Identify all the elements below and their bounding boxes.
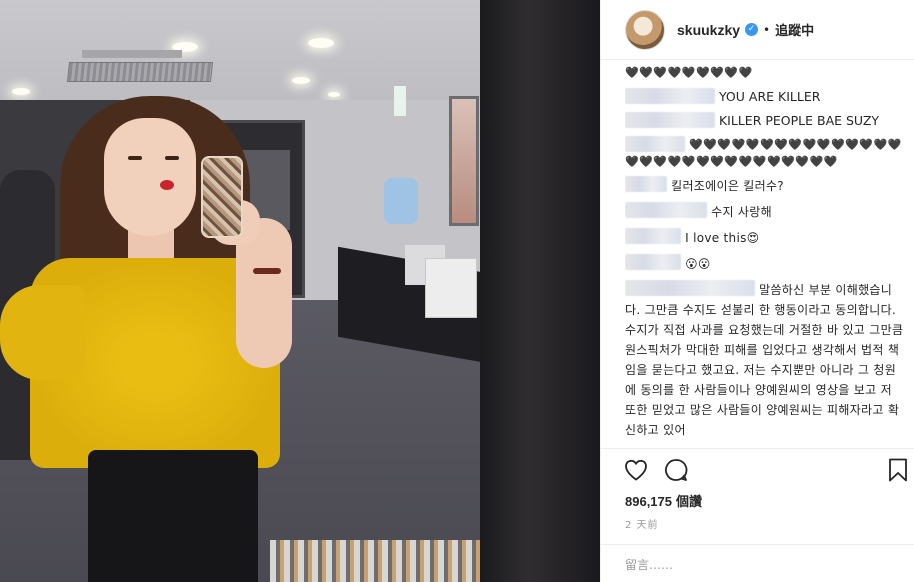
ceiling-vent [82,50,182,58]
likes-unit: 個讚 [676,495,703,510]
makeup-tools [270,540,480,582]
redacted-username [625,280,755,296]
bracelet [253,268,281,274]
comment-text: KILLER PEOPLE BAE SUZY [718,113,880,128]
ceiling-vent [66,62,214,82]
redacted-username [625,202,707,218]
comment: 수지 사랑해 [625,202,907,222]
girl-face [104,118,196,236]
redacted-username [625,136,685,152]
following-button[interactable]: 追蹤中 [775,20,814,39]
mirror-frame [480,0,600,582]
comment: 🖤🖤🖤🖤🖤🖤🖤🖤🖤🖤🖤🖤🖤🖤🖤🖤🖤🖤🖤🖤🖤🖤🖤🖤🖤🖤🖤🖤🖤🖤 [625,136,907,170]
comment-text: I love this😍 [685,231,760,245]
redacted-username [625,112,715,128]
redacted-username [625,88,715,104]
comment-input[interactable] [625,555,885,575]
separator-dot: • [763,22,771,37]
comment-text: 수지 사랑해 [711,205,772,219]
redacted-username [625,228,681,244]
post-timestamp[interactable]: 2 天前 [625,516,659,531]
avatar[interactable] [625,9,665,50]
comment: 🖤🖤🖤🖤🖤🖤🖤🖤🖤 [625,64,907,82]
redacted-username [625,254,681,270]
likes-count[interactable]: 896,175 個讚 [625,491,702,510]
post-sidebar: skuukzky ✓ • 追蹤中 🖤🖤🖤🖤🖤🖤🖤🖤🖤 YOU ARE KILLE… [600,0,914,582]
post-actions: 896,175 個讚 2 天前 [601,448,914,582]
comment-text: 말씀하신 부분 이해했습니다. 그만큼 수지도 섣불리 한 행동이라고 동의합니… [625,283,904,437]
likes-number: 896,175 [625,494,672,509]
redacted-username [625,176,667,192]
comment-text: YOU ARE KILLER [718,89,821,104]
comment: I love this😍 [625,228,907,248]
comment: YOU ARE KILLER [625,88,907,106]
ceiling-light [292,77,310,84]
comment-text: 🖤🖤🖤🖤🖤🖤🖤🖤🖤 [625,66,753,79]
ceiling-light [308,38,334,48]
post-header: skuukzky ✓ • 追蹤中 [601,0,914,60]
username-link[interactable]: skuukzky [677,22,740,38]
girl-arm [0,285,85,380]
verified-badge-icon: ✓ [745,23,759,36]
comment: 😮😮 [625,254,907,274]
wall-poster [449,96,479,226]
comments-list[interactable]: 🖤🖤🖤🖤🖤🖤🖤🖤🖤 YOU ARE KILLER KILLER PEOPLE B… [625,64,907,448]
black-jeans [88,450,258,582]
girl-eye [128,156,142,160]
comment: 킬러조에이은 킬러수? [625,176,907,196]
post-photo[interactable] [0,0,600,582]
ceiling-light [328,92,340,97]
heart-icon[interactable] [623,457,649,483]
comment: KILLER PEOPLE BAE SUZY [625,112,907,130]
comment-icon[interactable] [663,457,689,483]
ceiling-light [12,88,30,95]
girl-eye [165,156,179,160]
water-dispenser [384,178,418,224]
girl-lips [160,180,174,190]
table-box [425,258,477,318]
phone [201,156,243,238]
exit-sign [394,86,406,116]
comment-text: 😮😮 [685,257,711,271]
comment-bar [601,544,914,582]
comment-text: 킬러조에이은 킬러수? [671,179,784,193]
bookmark-icon[interactable] [885,457,911,483]
comment: 말씀하신 부분 이해했습니다. 그만큼 수지도 섣불리 한 행동이라고 동의합니… [625,280,907,440]
